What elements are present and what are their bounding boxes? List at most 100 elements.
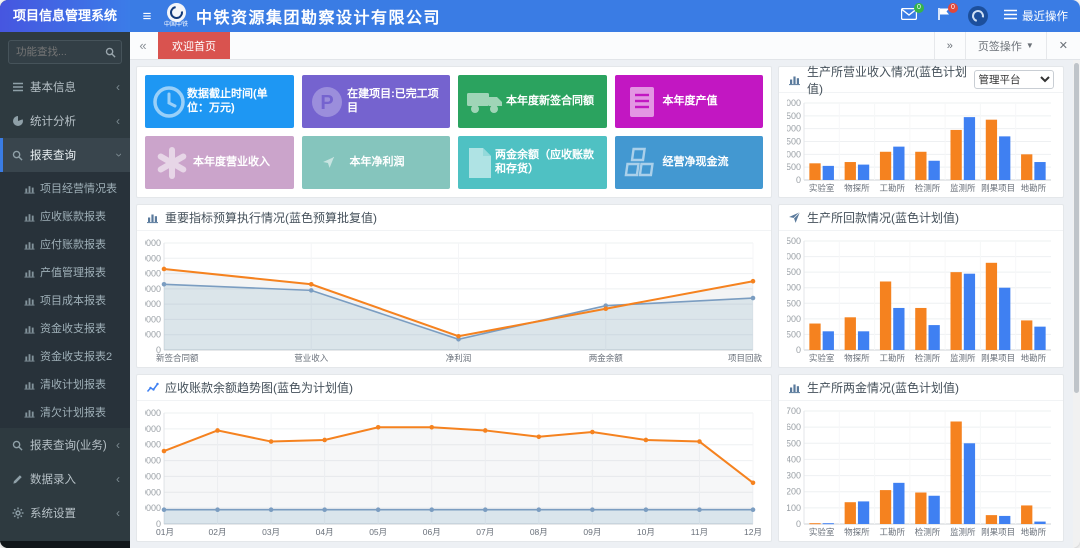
company-logo: 中国中铁	[164, 3, 188, 29]
search-icon	[12, 440, 30, 451]
sidebar-item-5[interactable]: 系统设置‹	[0, 496, 130, 530]
svg-text:营业收入: 营业收入	[294, 353, 329, 363]
notice-button[interactable]: 0	[934, 8, 952, 24]
sidebar-item-1[interactable]: 统计分析‹	[0, 104, 130, 138]
svg-text:0: 0	[796, 519, 801, 529]
svg-text:70000: 70000	[145, 408, 161, 418]
svg-text:实验室: 实验室	[809, 527, 835, 537]
chevron-icon: ‹	[116, 472, 120, 486]
paper-plane-icon	[308, 156, 350, 169]
receivable-chart-panel: 应收账款余额趋势图(蓝色为计划值) 0100002000030000400005…	[136, 374, 772, 542]
sidebar-item-0[interactable]: 基本信息‹	[0, 70, 130, 104]
kpi-card-label: 本年度营业收入	[193, 156, 270, 170]
kpi-card-7[interactable]: 经营净现金流	[615, 136, 764, 189]
svg-text:工勘所: 工勘所	[879, 353, 905, 363]
sidebar-subitem-4[interactable]: 项目成本报表	[0, 286, 130, 314]
svg-text:检测所: 检测所	[915, 183, 941, 193]
svg-text:500: 500	[787, 162, 801, 172]
svg-text:0: 0	[796, 175, 801, 185]
notice-badge: 0	[948, 3, 958, 13]
receivable-chart-header: 应收账款余额趋势图(蓝色为计划值)	[137, 375, 771, 401]
svg-text:03月: 03月	[262, 527, 280, 537]
svg-text:工勘所: 工勘所	[879, 183, 905, 193]
budget-chart: 010000200003000040000500006000070000新签合同…	[137, 231, 771, 367]
svg-text:2000: 2000	[787, 124, 801, 134]
kpi-card-2[interactable]: 本年度新签合同额	[458, 75, 607, 128]
tabs-scroll-left-button[interactable]: «	[130, 32, 156, 59]
sidebar-item-2[interactable]: 报表查询‹	[0, 138, 130, 172]
svg-text:新签合同额: 新签合同额	[156, 353, 199, 363]
line-chart-icon	[146, 381, 159, 394]
svg-text:20000: 20000	[145, 314, 161, 324]
sidebar-subitem-label: 项目经营情况表	[40, 180, 117, 196]
svg-text:11月: 11月	[691, 527, 708, 537]
crec-round-logo-icon[interactable]	[968, 6, 988, 26]
kpi-card-label: 本年净利润	[350, 156, 405, 170]
svg-text:监测所: 监测所	[950, 353, 976, 363]
kpi-card-4[interactable]: 本年度营业收入	[145, 136, 294, 189]
platform-select[interactable]: 管理平台	[974, 70, 1054, 89]
sidebar-subitem-3[interactable]: 产值管理报表	[0, 258, 130, 286]
sidebar-item-label: 统计分析	[30, 113, 116, 129]
recent-operations-label: 最近操作	[1022, 8, 1068, 24]
chevron-icon: ‹	[116, 506, 120, 520]
sidebar-search	[8, 40, 122, 64]
twofunds-chart-title: 生产所两金情况(蓝色计划值)	[807, 379, 959, 396]
pie-chart-icon	[12, 115, 30, 127]
kpi-card-5[interactable]: 本年净利润	[302, 136, 451, 189]
svg-text:物探所: 物探所	[844, 527, 870, 537]
vertical-scrollbar[interactable]	[1073, 60, 1080, 548]
svg-text:50000: 50000	[145, 440, 161, 450]
clock-icon	[151, 84, 187, 120]
mail-button[interactable]: 0	[900, 8, 918, 24]
payment-chart-title: 生产所回款情况(蓝色计划值)	[807, 209, 959, 226]
kpi-card-label: 经营净现金流	[663, 156, 729, 170]
svg-text:地勘所: 地勘所	[1021, 353, 1047, 363]
tab-welcome-home[interactable]: 欢迎首页	[158, 32, 230, 59]
svg-text:工勘所: 工勘所	[879, 527, 905, 537]
kpi-card-label: 本年度新签合同额	[506, 95, 594, 109]
svg-text:04月: 04月	[316, 527, 334, 537]
sidebar-item-label: 系统设置	[30, 505, 116, 521]
sidebar-subitem-8[interactable]: 清欠计划报表	[0, 398, 130, 426]
svg-text:400: 400	[787, 454, 801, 464]
sidebar-footer-bar	[0, 541, 130, 548]
svg-text:300: 300	[787, 471, 801, 481]
svg-text:70000: 70000	[145, 238, 161, 248]
chevron-icon: ‹	[116, 114, 120, 128]
payment-chart-panel: 生产所回款情况(蓝色计划值) 0500100015002000250030003…	[778, 204, 1064, 368]
kpi-card-1[interactable]: P在建项目:已完工项目	[302, 75, 451, 128]
kpi-card-6[interactable]: 两金余额（应收账款和存货）	[458, 136, 607, 189]
sidebar-subitem-5[interactable]: 资金收支报表	[0, 314, 130, 342]
sidebar-subitem-2[interactable]: 应付账款报表	[0, 230, 130, 258]
sidebar-subitem-6[interactable]: 资金收支报表2	[0, 342, 130, 370]
revenue-chart: 050010001500200025003000实验室物探所工勘所检测所监测所刚…	[779, 93, 1063, 197]
hamburger-menu-icon[interactable]: ≡	[130, 8, 164, 25]
parking-icon: P	[308, 84, 348, 120]
svg-text:10月: 10月	[637, 527, 655, 537]
logo-caption: 中国中铁	[164, 22, 188, 29]
tab-operations-dropdown[interactable]: 页签操作 ▼	[965, 32, 1046, 59]
recent-operations-button[interactable]: 最近操作	[1004, 8, 1068, 24]
bar-chart-icon	[788, 381, 801, 394]
kpi-card-0[interactable]: 数据截止时间(单位：万元)	[145, 75, 294, 128]
scrollbar-thumb[interactable]	[1074, 63, 1079, 393]
sidebar-subitem-0[interactable]: 项目经营情况表	[0, 174, 130, 202]
revenue-chart-panel: 生产所营业收入情况(蓝色计划值) 管理平台 050010001500200025…	[778, 66, 1064, 198]
svg-text:01月: 01月	[156, 527, 174, 537]
kpi-card-label: 两金余额（应收账款和存货）	[495, 149, 601, 177]
sidebar-item-4[interactable]: 数据录入‹	[0, 462, 130, 496]
tab-bar-right: » 页签操作 ▼ ✕	[934, 32, 1080, 59]
paper-plane-icon	[788, 211, 801, 224]
file-icon	[464, 146, 495, 180]
svg-text:600: 600	[787, 422, 801, 432]
sidebar-subitem-7[interactable]: 清收计划报表	[0, 370, 130, 398]
sidebar-item-3[interactable]: 报表查询(业务)‹	[0, 428, 130, 462]
close-tabs-button[interactable]: ✕	[1046, 32, 1080, 59]
kpi-card-3[interactable]: 本年度产值	[615, 75, 764, 128]
tabs-scroll-right-button[interactable]: »	[934, 32, 965, 59]
sidebar-subitem-1[interactable]: 应收账款报表	[0, 202, 130, 230]
svg-text:实验室: 实验室	[809, 353, 835, 363]
svg-text:2500: 2500	[787, 267, 801, 277]
list-icon	[1004, 9, 1017, 23]
